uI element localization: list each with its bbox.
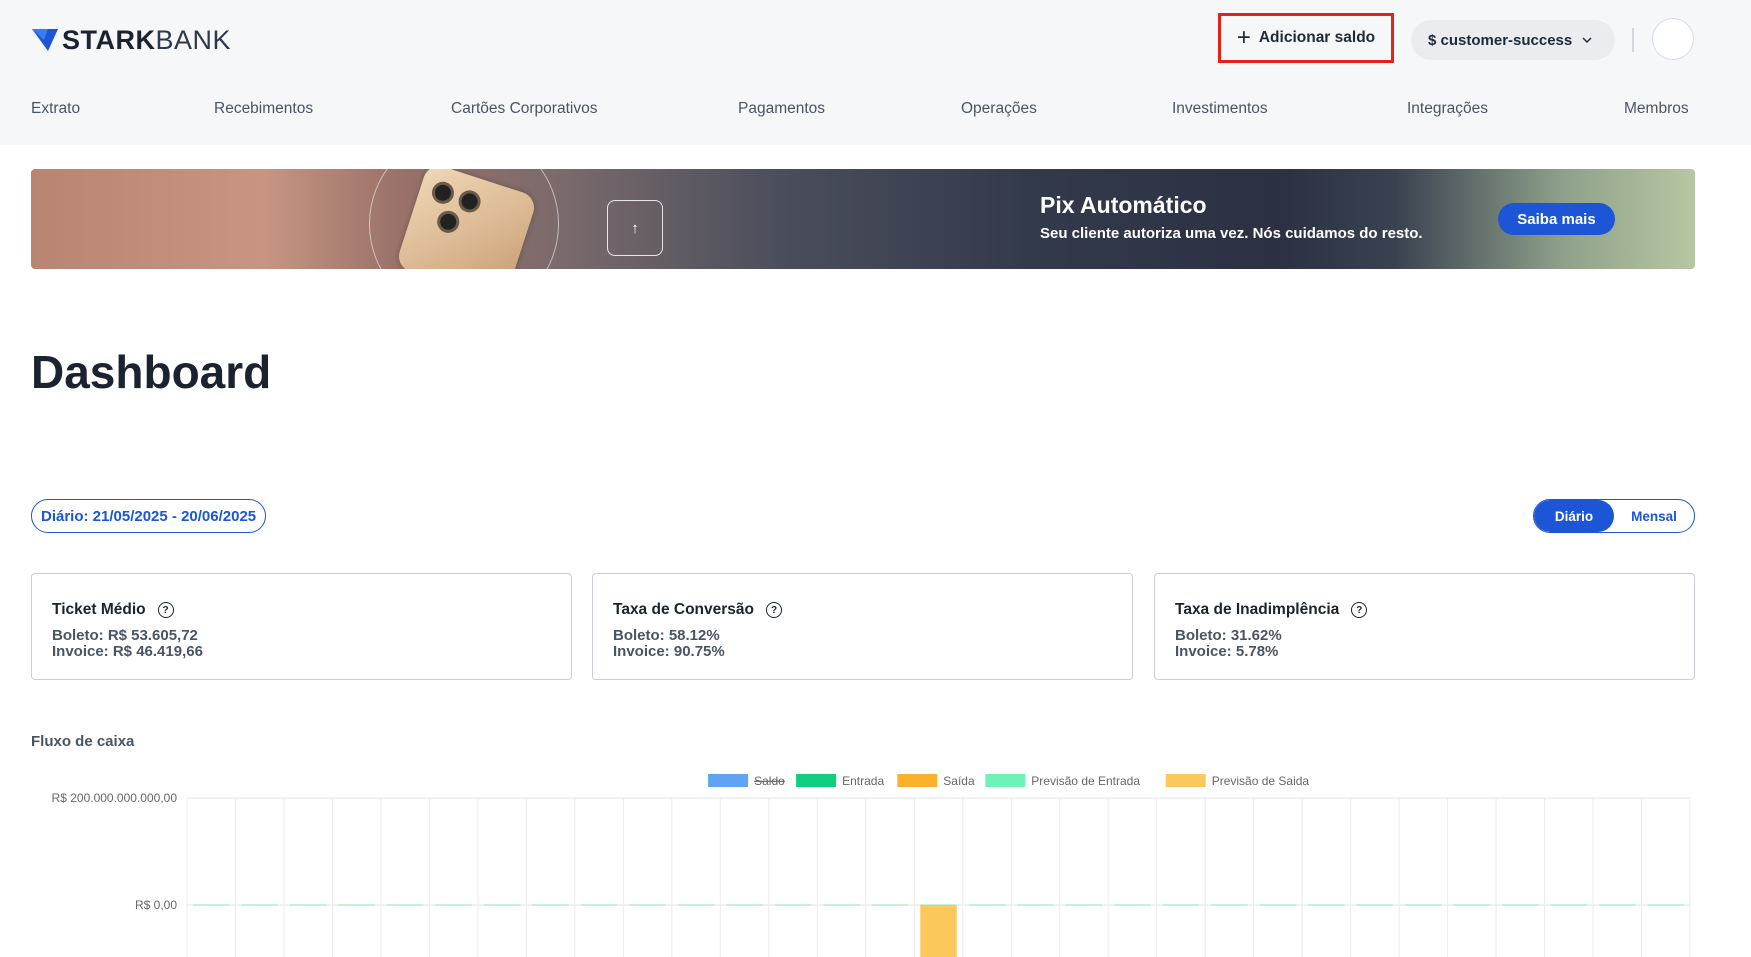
banner-subtitle: Seu cliente autoriza uma vez. Nós cuidam… (1040, 225, 1423, 242)
card-title-text: Taxa de Conversão (613, 601, 754, 618)
main-nav: Extrato Recebimentos Cartões Corporativo… (31, 100, 1695, 124)
zero-bar (580, 904, 618, 906)
card-title: Taxa de Inadimplência? (1175, 601, 1368, 619)
legend-swatch[interactable] (897, 774, 938, 787)
zero-bar (1599, 904, 1636, 906)
nav-item-investimentos[interactable]: Investimentos (1172, 100, 1268, 118)
promo-banner[interactable]: ↑ Pix Automático Seu cliente autoriza um… (31, 169, 1695, 269)
date-range-filter[interactable]: Diário: 21/05/2025 - 20/06/2025 (31, 499, 267, 533)
card-ticket-medio: Ticket Médio? Boleto: R$ 53.605,72 Invoi… (31, 573, 572, 680)
help-icon[interactable]: ? (766, 602, 782, 618)
zero-bar (193, 904, 230, 906)
view-toggle: Diário Mensal (1533, 499, 1695, 533)
user-avatar[interactable] (1652, 18, 1694, 60)
nav-item-extrato[interactable]: Extrato (31, 100, 80, 118)
card-taxa-conversao: Taxa de Conversão? Boleto: 58.12% Invoic… (592, 573, 1133, 680)
zero-bar (726, 904, 763, 906)
help-icon[interactable]: ? (1351, 602, 1368, 618)
legend-label[interactable]: Previsão de Entrada (1031, 774, 1140, 788)
nav-item-operacoes[interactable]: Operações (961, 100, 1037, 118)
toggle-diario[interactable]: Diário (1534, 500, 1614, 532)
page-title: Dashboard (31, 346, 272, 398)
card-title: Ticket Médio? (52, 601, 174, 619)
banner-title: Pix Automático (1040, 192, 1207, 218)
add-balance-button[interactable]: + Adicionar saldo (1218, 13, 1394, 63)
card-line: Invoice: 90.75% (613, 643, 725, 660)
card-line: Invoice: 5.78% (1175, 643, 1279, 660)
banner-cta-button[interactable]: Saiba mais (1498, 203, 1615, 235)
phone-camera-icon (429, 178, 457, 207)
zero-bar (774, 904, 812, 906)
card-title-text: Ticket Médio (52, 601, 146, 618)
legend-swatch[interactable] (1165, 774, 1206, 787)
legend-swatch[interactable] (796, 774, 837, 787)
workspace-label: $ customer-success (1428, 31, 1573, 49)
card-line: Boleto: 31.62% (1175, 627, 1282, 644)
add-balance-label: Adicionar saldo (1258, 29, 1376, 46)
zero-bar (289, 904, 327, 906)
zero-bar (677, 904, 715, 906)
card-taxa-inadimplencia: Taxa de Inadimplência? Boleto: 31.62% In… (1154, 573, 1695, 680)
zero-bar (1647, 904, 1684, 906)
zero-bar (629, 904, 666, 906)
legend-swatch[interactable] (985, 774, 1026, 787)
nav-item-recebimentos[interactable]: Recebimentos (214, 100, 313, 118)
card-line: Boleto: 58.12% (613, 627, 720, 644)
zero-bar (1308, 904, 1345, 906)
legend-swatch[interactable] (708, 774, 749, 787)
cash-flow-chart: Saldo Entrada Saída Previsão de Entrada Prev… (52, 774, 1691, 957)
zero-bar (1356, 904, 1394, 906)
zero-bar (338, 904, 375, 906)
zero-bar (1550, 904, 1588, 906)
nav-item-membros[interactable]: Membros (1624, 100, 1689, 118)
brand-name-light: BANK (155, 25, 232, 55)
workspace-selector[interactable]: $ customer-success (1411, 20, 1615, 60)
zero-bar (1162, 904, 1200, 906)
legend-label[interactable]: Saldo (754, 774, 785, 788)
card-line: Invoice: R$ 46.419,66 (52, 643, 203, 660)
card-line: Boleto: R$ 53.605,72 (52, 627, 198, 644)
zero-bar (1453, 904, 1491, 906)
nav-item-pagamentos[interactable]: Pagamentos (738, 100, 825, 118)
card-title: Taxa de Conversão? (613, 601, 782, 619)
zero-bar (435, 904, 472, 906)
zero-bar (1017, 904, 1054, 906)
phone-camera-icon (434, 208, 463, 236)
zero-bar (968, 904, 1006, 906)
zero-bar (823, 904, 860, 906)
starkbank-logo-icon (32, 29, 58, 51)
y-tick-label: R$ 200.000.000.000,00 (52, 791, 178, 805)
y-tick-label: R$ 0,00 (135, 898, 177, 912)
brand-name: STARKBANK (62, 26, 231, 54)
phone-camera-icon (455, 187, 484, 216)
zero-bar (871, 904, 909, 906)
zero-bar (1259, 904, 1297, 906)
brand-name-bold: STARK (62, 25, 156, 55)
zero-bar (241, 904, 278, 906)
bar[interactable] (920, 905, 957, 957)
zero-bar (1211, 904, 1248, 906)
zero-bar (1114, 904, 1151, 906)
top-header: STARKBANK + Adicionar saldo $ customer-s… (0, 0, 1751, 145)
toggle-mensal[interactable]: Mensal (1614, 500, 1694, 532)
starkbank-logo[interactable]: STARKBANK (32, 26, 231, 54)
nav-item-cartoes-corporativos[interactable]: Cartões Corporativos (451, 100, 597, 118)
cash-flow-label: Fluxo de caixa (31, 733, 135, 750)
help-icon[interactable]: ? (157, 602, 174, 618)
zero-bar (1502, 904, 1539, 906)
arrow-up-icon: ↑ (607, 200, 663, 256)
zero-bar (386, 904, 424, 906)
legend-label[interactable]: Entrada (842, 774, 884, 788)
zero-bar (1405, 904, 1442, 906)
card-title-text: Taxa de Inadimplência (1175, 601, 1340, 618)
zero-bar (483, 904, 521, 906)
zero-bar (1065, 904, 1103, 906)
nav-item-integracoes[interactable]: Integrações (1407, 100, 1488, 118)
legend-label[interactable]: Saída (943, 774, 975, 788)
header-divider (1632, 28, 1634, 52)
chevron-down-icon (1582, 37, 1592, 44)
legend-label[interactable]: Previsão de Saida (1212, 774, 1310, 788)
plus-icon: + (1236, 24, 1251, 51)
zero-bar (532, 904, 569, 906)
